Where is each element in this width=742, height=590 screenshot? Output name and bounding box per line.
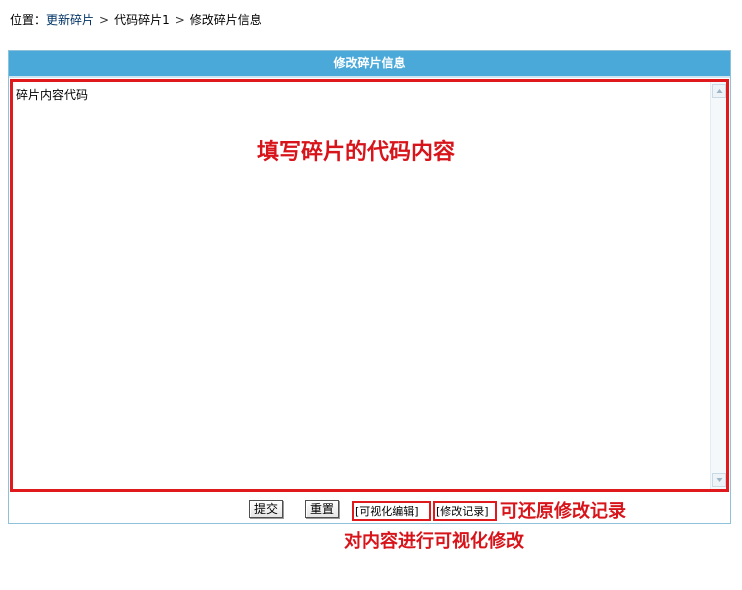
- edit-fragment-panel: 修改碎片信息 碎片内容代码: [8, 50, 731, 524]
- edit-history-link[interactable]: [修改记录]: [433, 501, 497, 521]
- annotation-fill-code: 填写碎片的代码内容: [257, 139, 456, 165]
- annotation-visual-edit: 对内容进行可视化修改: [344, 531, 524, 552]
- breadcrumb-item-code-fragment: 代码碎片1: [114, 13, 170, 27]
- reset-button[interactable]: 重置: [305, 500, 339, 518]
- breadcrumb-separator: >: [99, 13, 110, 27]
- breadcrumb-separator: >: [174, 13, 185, 27]
- editor-scrollbar[interactable]: [710, 82, 726, 489]
- breadcrumb-item-current: 修改碎片信息: [189, 13, 262, 27]
- submit-button[interactable]: 提交: [249, 500, 283, 518]
- annotation-restore-history: 可还原修改记录: [500, 501, 626, 522]
- scroll-up-arrow-icon[interactable]: [712, 84, 726, 98]
- breadcrumb-item-update-fragments[interactable]: 更新碎片: [46, 13, 94, 27]
- panel-title: 修改碎片信息: [9, 51, 730, 78]
- visual-edit-link[interactable]: [可视化编辑]: [352, 501, 431, 521]
- breadcrumb-label: 位置：: [10, 13, 47, 27]
- scroll-down-arrow-icon[interactable]: [712, 473, 726, 487]
- breadcrumb: 位置：更新碎片 > 代码碎片1 > 修改碎片信息: [10, 11, 262, 28]
